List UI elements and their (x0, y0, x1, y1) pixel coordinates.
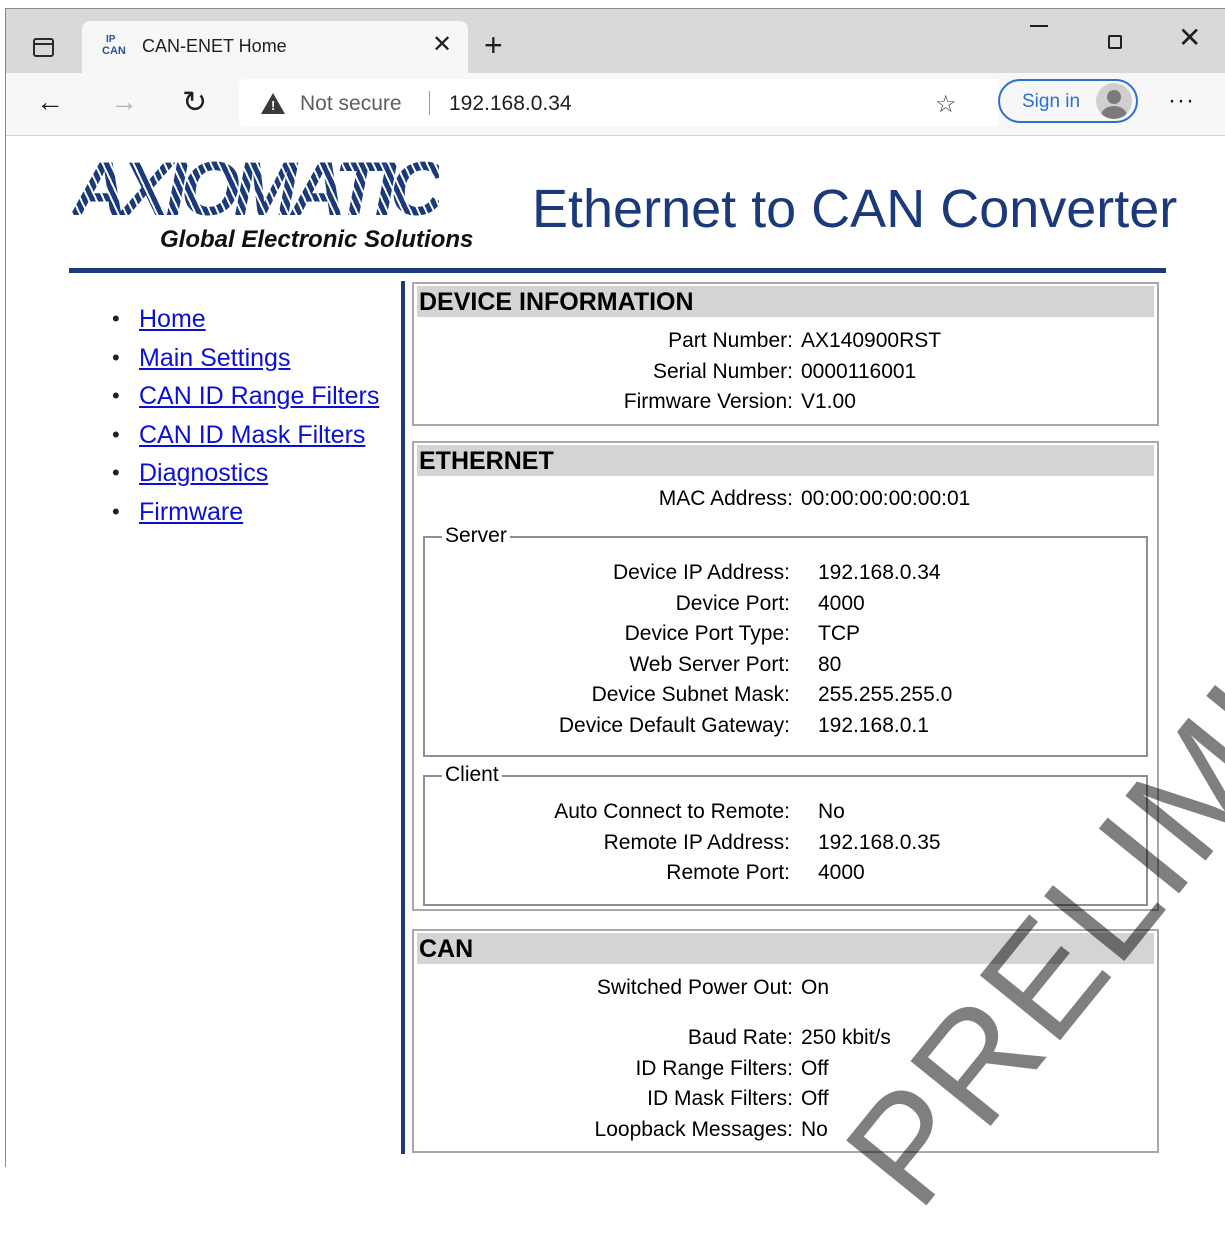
plus-icon[interactable]: + (484, 29, 503, 61)
logo-tagline: Global Electronic Solutions (160, 226, 474, 253)
address-bar[interactable]: Not secure 192.168.0.34 ☆ (239, 79, 999, 127)
can-panel: CAN Switched Power Out: On Baud Rate: 250 … (412, 929, 1159, 1153)
add-favorite-icon[interactable]: ☆ (935, 90, 957, 119)
warning-icon[interactable] (261, 93, 285, 114)
profile-avatar-icon (1096, 83, 1132, 119)
nav-link-diagnostics[interactable]: Diagnostics (139, 459, 268, 487)
info-row-subnet-mask: Device Subnet Mask: 255.255.255.0 (591, 683, 953, 706)
web-page: AXIOMATIC Global Electronic Solutions Et… (6, 136, 1225, 1167)
nav-item-main-settings: Main Settings (112, 339, 379, 378)
panel-header: CAN (417, 933, 1154, 964)
axiomatic-logo: AXIOMATIC Global Electronic Solutions (72, 147, 512, 252)
ethernet-panel: ETHERNET MAC Address: 00:00:00:00:00:01 S… (412, 441, 1159, 911)
info-row-serial-number: Serial Number: 0000116001 (652, 360, 917, 383)
info-row-web-server-port: Web Server Port: 80 (629, 653, 842, 676)
close-icon[interactable]: ✕ (432, 33, 452, 57)
server-fieldset: Server Device IP Address: 192.168.0.34 De… (423, 523, 1148, 757)
more-icon[interactable]: ··· (1168, 87, 1195, 115)
url-text[interactable]: 192.168.0.34 (449, 92, 572, 116)
tab-title: CAN-ENET Home (142, 36, 287, 56)
logo-wordmark: AXIOMATIC (72, 147, 445, 232)
info-row-device-port-type: Device Port Type: TCP (624, 622, 860, 645)
side-nav: Home Main Settings CAN ID Range Filters … (112, 300, 379, 532)
panel-header: ETHERNET (417, 445, 1154, 476)
info-row-switched-power-out: Switched Power Out: On (596, 976, 830, 999)
info-row-remote-ip: Remote IP Address: 192.168.0.35 (603, 831, 941, 854)
info-row-device-port: Device Port: 4000 (675, 592, 865, 615)
browser-window: IP CAN CAN-ENET Home ✕ + ✕ ← → ↻ Not sec… (5, 8, 1225, 1167)
back-arrow-icon[interactable]: ← (36, 86, 64, 118)
nav-item-can-id-range-filters: CAN ID Range Filters (112, 377, 379, 416)
tab-can-enet-home[interactable]: IP CAN CAN-ENET Home ✕ (82, 21, 468, 73)
nav-item-home: Home (112, 300, 379, 339)
panel-header: DEVICE INFORMATION (417, 286, 1154, 317)
panel-heading: CAN (419, 935, 474, 963)
content-divider (401, 281, 405, 1154)
header-divider (69, 268, 1166, 273)
nav-item-firmware: Firmware (112, 493, 379, 532)
nav-link-main-settings[interactable]: Main Settings (139, 344, 290, 372)
tabs-icon[interactable] (33, 38, 54, 57)
info-row-firmware-version: Firmware Version: V1.00 (623, 390, 856, 413)
info-row-part-number: Part Number: AX140900RST (668, 329, 942, 352)
security-status[interactable]: Not secure (300, 92, 402, 116)
info-row-auto-connect: Auto Connect to Remote: No (554, 800, 845, 823)
divider (429, 91, 430, 115)
sign-in-button[interactable]: Sign in (998, 79, 1138, 123)
info-row-id-range-filters: ID Range Filters: Off (635, 1057, 829, 1080)
info-row-device-ip: Device IP Address: 192.168.0.34 (612, 561, 941, 584)
info-row-mac-address: MAC Address: 00:00:00:00:00:01 (658, 487, 971, 510)
reload-icon[interactable]: ↻ (182, 85, 207, 120)
forward-arrow-icon[interactable]: → (110, 86, 138, 118)
sign-in-label: Sign in (1022, 91, 1081, 112)
client-fieldset: Client Auto Connect to Remote: No Remote … (423, 762, 1148, 906)
nav-item-can-id-mask-filters: CAN ID Mask Filters (112, 416, 379, 455)
favicon-icon: IP CAN (102, 34, 126, 57)
nav-link-can-id-mask-filters[interactable]: CAN ID Mask Filters (139, 421, 365, 449)
fieldset-legend: Server (442, 523, 510, 549)
tab-bar: IP CAN CAN-ENET Home ✕ + ✕ (6, 9, 1225, 73)
info-row-id-mask-filters: ID Mask Filters: Off (647, 1087, 829, 1110)
panel-heading: ETHERNET (419, 447, 554, 475)
maximize-button[interactable] (1108, 35, 1122, 49)
device-information-panel: DEVICE INFORMATION Part Number: AX140900R… (412, 282, 1159, 426)
nav-link-firmware[interactable]: Firmware (139, 498, 243, 526)
address-toolbar: ← → ↻ Not secure 192.168.0.34 ☆ Sign in … (6, 73, 1225, 136)
page-title: Ethernet to CAN Converter (532, 179, 1178, 239)
nav-link-can-id-range-filters[interactable]: CAN ID Range Filters (139, 382, 379, 410)
fieldset-legend: Client (442, 762, 502, 788)
info-row-default-gateway: Device Default Gateway: 192.168.0.1 (558, 714, 929, 737)
nav-item-diagnostics: Diagnostics (112, 454, 379, 493)
info-row-remote-port: Remote Port: 4000 (666, 861, 865, 884)
window-close-button[interactable]: ✕ (1178, 23, 1201, 53)
info-row-loopback-messages: Loopback Messages: No (594, 1118, 828, 1141)
minimize-button[interactable] (1030, 25, 1048, 27)
info-row-baud-rate: Baud Rate: 250 kbit/s (687, 1026, 891, 1049)
nav-link-home[interactable]: Home (139, 305, 206, 333)
panel-heading: DEVICE INFORMATION (419, 288, 694, 316)
